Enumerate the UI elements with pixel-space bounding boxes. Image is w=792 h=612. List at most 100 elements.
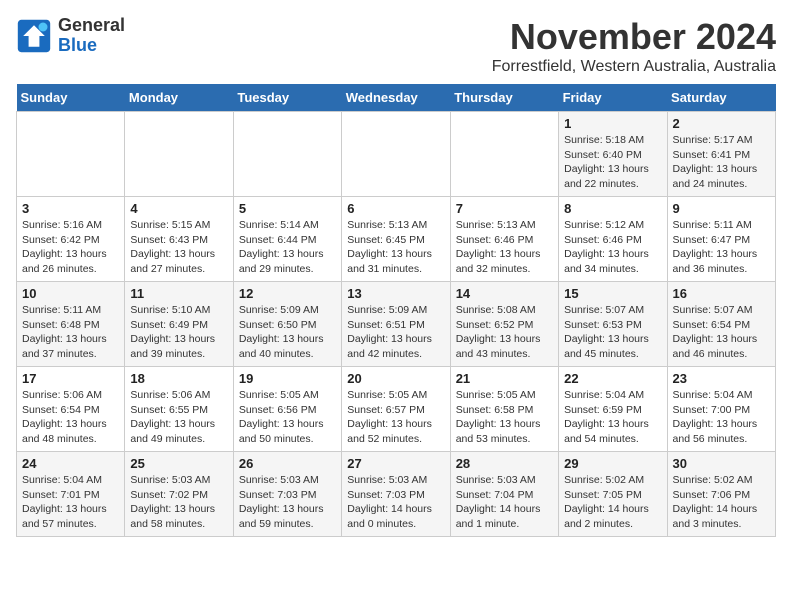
calendar-cell: 22 Sunrise: 5:04 AM Sunset: 6:59 PM Dayli… xyxy=(559,367,667,452)
day-detail: Sunrise: 5:13 AM Sunset: 6:46 PM Dayligh… xyxy=(456,218,553,277)
day-detail: Sunrise: 5:14 AM Sunset: 6:44 PM Dayligh… xyxy=(239,218,336,277)
day-detail: Sunrise: 5:11 AM Sunset: 6:47 PM Dayligh… xyxy=(673,218,770,277)
calendar-cell: 19 Sunrise: 5:05 AM Sunset: 6:56 PM Dayli… xyxy=(233,367,341,452)
day-number: 23 xyxy=(673,371,770,386)
day-detail: Sunrise: 5:18 AM Sunset: 6:40 PM Dayligh… xyxy=(564,133,661,192)
calendar-cell: 27 Sunrise: 5:03 AM Sunset: 7:03 PM Dayli… xyxy=(342,452,450,537)
calendar-table: SundayMondayTuesdayWednesdayThursdayFrid… xyxy=(16,84,776,537)
day-number: 8 xyxy=(564,201,661,216)
page-header: General Blue November 2024 Forrestfield,… xyxy=(16,16,776,76)
day-detail: Sunrise: 5:04 AM Sunset: 7:00 PM Dayligh… xyxy=(673,388,770,447)
day-number: 16 xyxy=(673,286,770,301)
day-number: 17 xyxy=(22,371,119,386)
calendar-cell: 30Sunrise: 5:02 AM Sunset: 7:06 PM Dayli… xyxy=(667,452,775,537)
day-number: 10 xyxy=(22,286,119,301)
calendar-cell: 9 Sunrise: 5:11 AM Sunset: 6:47 PM Daylig… xyxy=(667,197,775,282)
weekday-header-wednesday: Wednesday xyxy=(342,84,450,112)
calendar-week-4: 17 Sunrise: 5:06 AM Sunset: 6:54 PM Dayli… xyxy=(17,367,776,452)
calendar-cell: 29 Sunrise: 5:02 AM Sunset: 7:05 PM Dayli… xyxy=(559,452,667,537)
calendar-cell: 8 Sunrise: 5:12 AM Sunset: 6:46 PM Daylig… xyxy=(559,197,667,282)
day-detail: Sunrise: 5:06 AM Sunset: 6:55 PM Dayligh… xyxy=(130,388,227,447)
day-detail: Sunrise: 5:04 AM Sunset: 7:01 PM Dayligh… xyxy=(22,473,119,532)
day-detail: Sunrise: 5:05 AM Sunset: 6:58 PM Dayligh… xyxy=(456,388,553,447)
weekday-header-thursday: Thursday xyxy=(450,84,558,112)
day-number: 1 xyxy=(564,116,661,131)
day-number: 12 xyxy=(239,286,336,301)
calendar-cell: 28Sunrise: 5:03 AM Sunset: 7:04 PM Dayli… xyxy=(450,452,558,537)
logo-text: General Blue xyxy=(58,16,125,56)
calendar-cell: 17 Sunrise: 5:06 AM Sunset: 6:54 PM Dayli… xyxy=(17,367,125,452)
day-detail: Sunrise: 5:11 AM Sunset: 6:48 PM Dayligh… xyxy=(22,303,119,362)
day-number: 7 xyxy=(456,201,553,216)
calendar-cell: 11 Sunrise: 5:10 AM Sunset: 6:49 PM Dayli… xyxy=(125,282,233,367)
day-number: 29 xyxy=(564,456,661,471)
day-detail: Sunrise: 5:03 AM Sunset: 7:02 PM Dayligh… xyxy=(130,473,227,532)
calendar-cell: 18 Sunrise: 5:06 AM Sunset: 6:55 PM Dayli… xyxy=(125,367,233,452)
calendar-cell: 1 Sunrise: 5:18 AM Sunset: 6:40 PM Daylig… xyxy=(559,112,667,197)
logo-icon xyxy=(16,18,52,54)
calendar-cell: 10 Sunrise: 5:11 AM Sunset: 6:48 PM Dayli… xyxy=(17,282,125,367)
calendar-cell: 5 Sunrise: 5:14 AM Sunset: 6:44 PM Daylig… xyxy=(233,197,341,282)
day-detail: Sunrise: 5:03 AM Sunset: 7:04 PM Dayligh… xyxy=(456,473,553,532)
day-detail: Sunrise: 5:13 AM Sunset: 6:45 PM Dayligh… xyxy=(347,218,444,277)
day-number: 5 xyxy=(239,201,336,216)
calendar-title: November 2024 xyxy=(492,16,776,58)
day-number: 18 xyxy=(130,371,227,386)
weekday-header-row: SundayMondayTuesdayWednesdayThursdayFrid… xyxy=(17,84,776,112)
day-number: 25 xyxy=(130,456,227,471)
day-number: 19 xyxy=(239,371,336,386)
calendar-cell xyxy=(450,112,558,197)
calendar-cell: 3 Sunrise: 5:16 AM Sunset: 6:42 PM Daylig… xyxy=(17,197,125,282)
calendar-subtitle: Forrestfield, Western Australia, Austral… xyxy=(492,58,776,76)
weekday-header-saturday: Saturday xyxy=(667,84,775,112)
day-number: 15 xyxy=(564,286,661,301)
calendar-cell: 24 Sunrise: 5:04 AM Sunset: 7:01 PM Dayli… xyxy=(17,452,125,537)
calendar-body: 1 Sunrise: 5:18 AM Sunset: 6:40 PM Daylig… xyxy=(17,112,776,537)
day-detail: Sunrise: 5:05 AM Sunset: 6:56 PM Dayligh… xyxy=(239,388,336,447)
day-detail: Sunrise: 5:07 AM Sunset: 6:54 PM Dayligh… xyxy=(673,303,770,362)
calendar-cell: 7 Sunrise: 5:13 AM Sunset: 6:46 PM Daylig… xyxy=(450,197,558,282)
calendar-cell: 20 Sunrise: 5:05 AM Sunset: 6:57 PM Dayli… xyxy=(342,367,450,452)
day-number: 24 xyxy=(22,456,119,471)
calendar-week-5: 24 Sunrise: 5:04 AM Sunset: 7:01 PM Dayli… xyxy=(17,452,776,537)
calendar-cell: 15 Sunrise: 5:07 AM Sunset: 6:53 PM Dayli… xyxy=(559,282,667,367)
weekday-header-tuesday: Tuesday xyxy=(233,84,341,112)
day-number: 27 xyxy=(347,456,444,471)
day-detail: Sunrise: 5:12 AM Sunset: 6:46 PM Dayligh… xyxy=(564,218,661,277)
calendar-cell xyxy=(233,112,341,197)
day-detail: Sunrise: 5:03 AM Sunset: 7:03 PM Dayligh… xyxy=(347,473,444,532)
title-block: November 2024 Forrestfield, Western Aust… xyxy=(492,16,776,76)
calendar-cell: 12Sunrise: 5:09 AM Sunset: 6:50 PM Dayli… xyxy=(233,282,341,367)
calendar-week-3: 10 Sunrise: 5:11 AM Sunset: 6:48 PM Dayli… xyxy=(17,282,776,367)
day-detail: Sunrise: 5:16 AM Sunset: 6:42 PM Dayligh… xyxy=(22,218,119,277)
day-number: 9 xyxy=(673,201,770,216)
day-detail: Sunrise: 5:15 AM Sunset: 6:43 PM Dayligh… xyxy=(130,218,227,277)
day-number: 2 xyxy=(673,116,770,131)
calendar-cell xyxy=(342,112,450,197)
calendar-cell: 6Sunrise: 5:13 AM Sunset: 6:45 PM Daylig… xyxy=(342,197,450,282)
day-detail: Sunrise: 5:07 AM Sunset: 6:53 PM Dayligh… xyxy=(564,303,661,362)
day-detail: Sunrise: 5:05 AM Sunset: 6:57 PM Dayligh… xyxy=(347,388,444,447)
day-number: 20 xyxy=(347,371,444,386)
day-detail: Sunrise: 5:02 AM Sunset: 7:05 PM Dayligh… xyxy=(564,473,661,532)
calendar-cell: 14Sunrise: 5:08 AM Sunset: 6:52 PM Dayli… xyxy=(450,282,558,367)
calendar-week-1: 1 Sunrise: 5:18 AM Sunset: 6:40 PM Daylig… xyxy=(17,112,776,197)
calendar-cell xyxy=(125,112,233,197)
day-number: 11 xyxy=(130,286,227,301)
day-detail: Sunrise: 5:10 AM Sunset: 6:49 PM Dayligh… xyxy=(130,303,227,362)
day-detail: Sunrise: 5:03 AM Sunset: 7:03 PM Dayligh… xyxy=(239,473,336,532)
calendar-cell xyxy=(17,112,125,197)
day-number: 22 xyxy=(564,371,661,386)
day-number: 26 xyxy=(239,456,336,471)
day-detail: Sunrise: 5:06 AM Sunset: 6:54 PM Dayligh… xyxy=(22,388,119,447)
calendar-week-2: 3 Sunrise: 5:16 AM Sunset: 6:42 PM Daylig… xyxy=(17,197,776,282)
day-detail: Sunrise: 5:08 AM Sunset: 6:52 PM Dayligh… xyxy=(456,303,553,362)
day-number: 3 xyxy=(22,201,119,216)
day-number: 4 xyxy=(130,201,227,216)
calendar-cell: 13Sunrise: 5:09 AM Sunset: 6:51 PM Dayli… xyxy=(342,282,450,367)
day-detail: Sunrise: 5:04 AM Sunset: 6:59 PM Dayligh… xyxy=(564,388,661,447)
day-detail: Sunrise: 5:17 AM Sunset: 6:41 PM Dayligh… xyxy=(673,133,770,192)
day-number: 13 xyxy=(347,286,444,301)
weekday-header-sunday: Sunday xyxy=(17,84,125,112)
calendar-cell: 25 Sunrise: 5:03 AM Sunset: 7:02 PM Dayli… xyxy=(125,452,233,537)
